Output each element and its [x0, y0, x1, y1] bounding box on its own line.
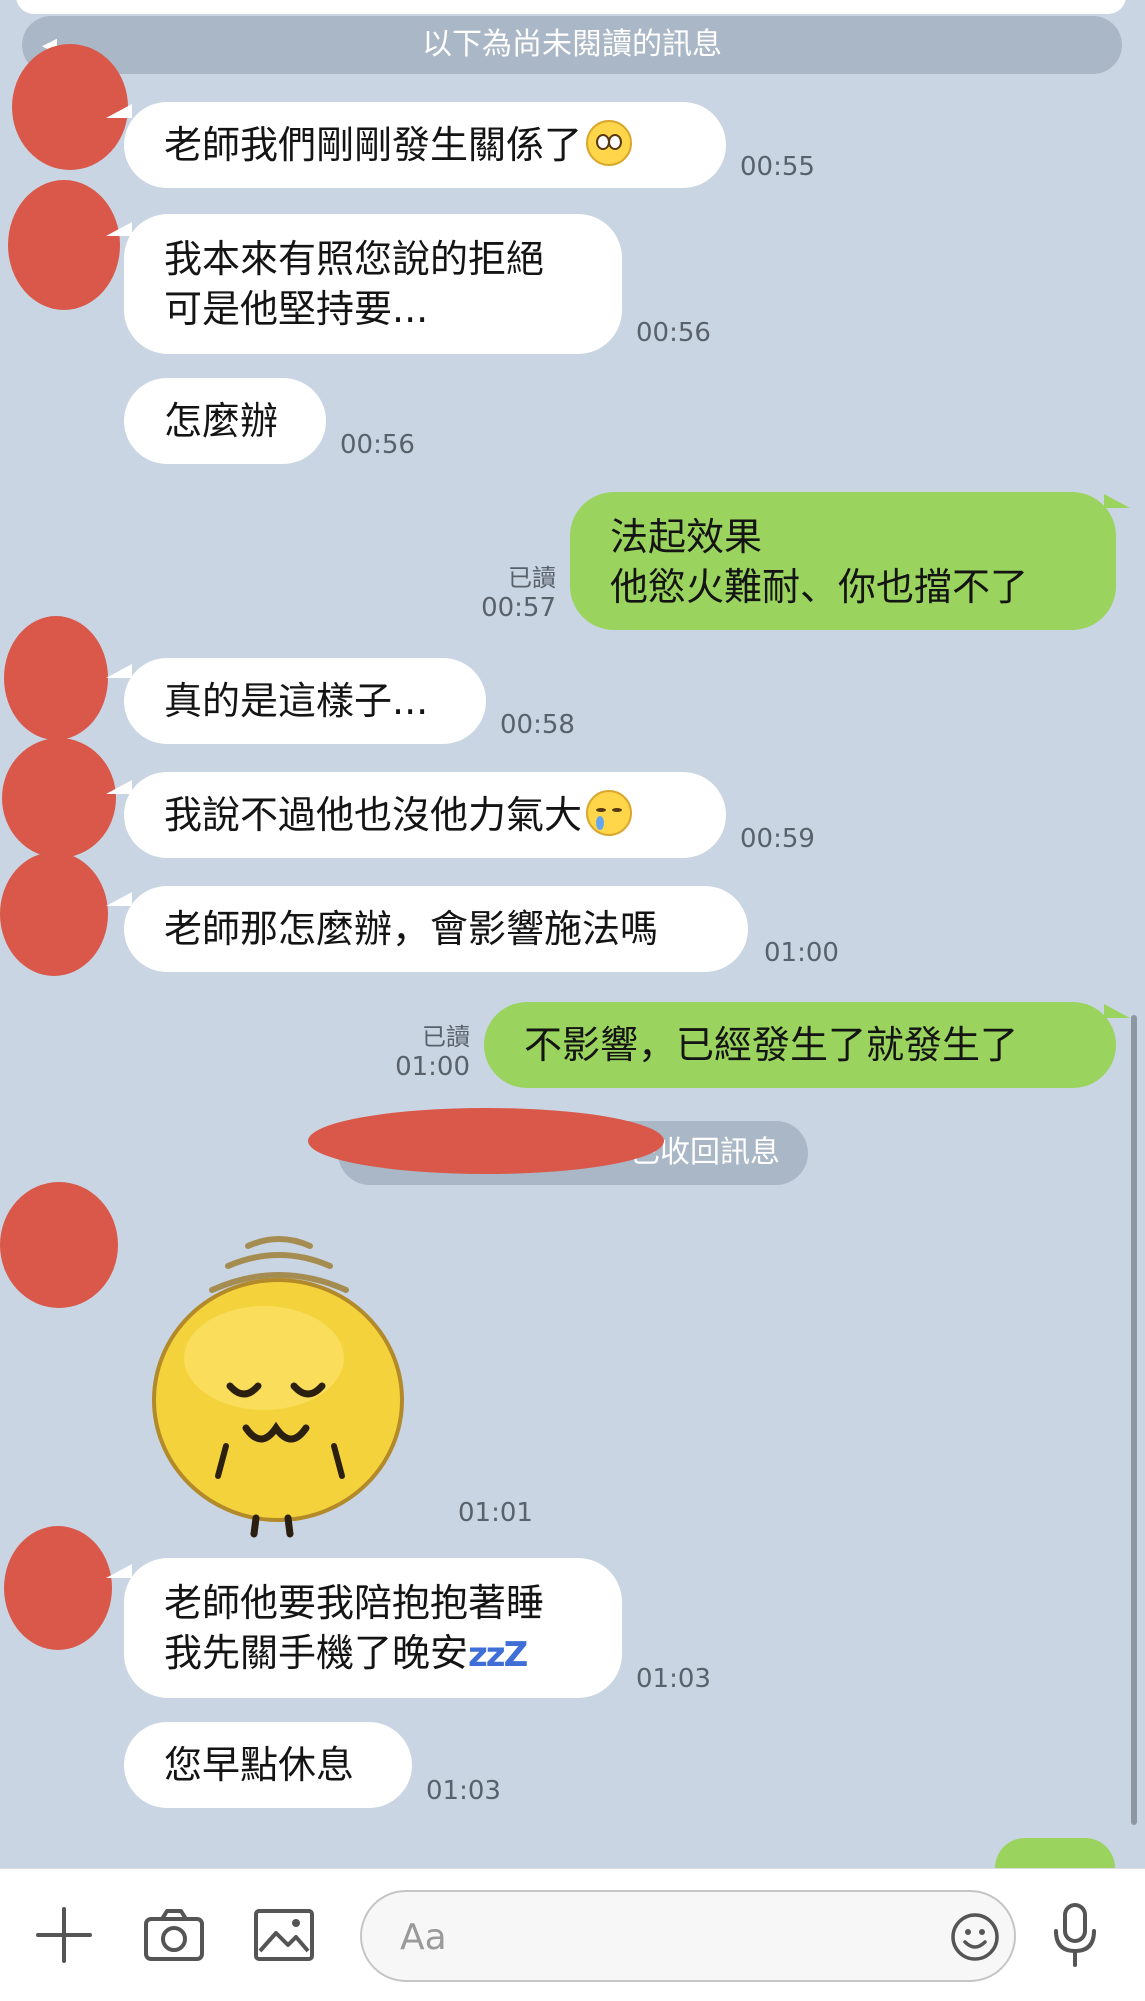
avatar[interactable]: [0, 1182, 118, 1308]
message-time: 00:59: [740, 824, 815, 854]
zzz-emoji-icon: zzZ: [468, 1635, 528, 1675]
emoji-icon[interactable]: [950, 1912, 1000, 1962]
crying-emoji-icon: [586, 790, 633, 836]
message-text: 他慾火難耐、你也擋不了: [610, 565, 1029, 609]
message-text: 怎麼辦: [164, 399, 279, 443]
bubble-tail: [106, 1564, 132, 1578]
message-text-field[interactable]: [360, 1890, 1016, 1982]
scrollbar[interactable]: [1131, 1015, 1137, 1825]
bubble-tail: [106, 222, 132, 236]
message-bubble[interactable]: 不影響，已經發生了就發生了: [484, 1002, 1116, 1088]
message-bubble-partial[interactable]: [995, 1838, 1115, 1868]
plus-icon[interactable]: [34, 1905, 94, 1965]
message-bubble[interactable]: 老師他要我陪抱抱著睡 我先關手機了晚安zzZ: [124, 1558, 622, 1698]
message-input[interactable]: [398, 1910, 882, 1964]
unread-divider: ◂ 以下為尚未閱讀的訊息: [22, 16, 1122, 74]
camera-icon[interactable]: [142, 1905, 206, 1965]
message-text: 真的是這樣子...: [164, 679, 429, 723]
image-icon[interactable]: [252, 1905, 316, 1965]
sticker-time: 01:01: [458, 1498, 533, 1528]
message-time: 01:00: [395, 1052, 470, 1082]
message-text: 我先關手機了晚安: [164, 1631, 469, 1675]
read-label: 已讀: [508, 564, 556, 592]
message-bubble[interactable]: 我說不過他也沒他力氣大: [124, 772, 726, 858]
bubble-tail: [106, 780, 132, 794]
message-text: 可是他堅持要...: [164, 287, 429, 331]
message-time: 01:00: [764, 938, 839, 968]
chat-area[interactable]: ◂ 以下為尚未閱讀的訊息 老師我們剛剛發生關係了 00:55 我本來有照您說的拒…: [0, 0, 1145, 1868]
message-text: 老師他要我陪抱抱著睡: [164, 1581, 545, 1625]
message-text: 老師那怎麼辦，會影響施法嗎: [164, 907, 659, 951]
read-receipt: 已讀 01:00: [384, 1022, 470, 1082]
bubble-tail: [106, 664, 132, 678]
message-text: 老師我們剛剛發生關係了: [164, 123, 583, 167]
message-time: 01:03: [636, 1664, 711, 1694]
bubble-tail: [1104, 494, 1130, 508]
message-time: 00:56: [340, 430, 415, 460]
message-text: 我本來有照您說的拒絕: [164, 237, 545, 281]
message-bubble[interactable]: 您早點休息: [124, 1722, 412, 1808]
top-card: [16, 0, 1126, 14]
unread-label: 以下為尚未閱讀的訊息: [422, 27, 722, 62]
bubble-tail: [106, 104, 132, 118]
flushed-emoji-icon: [586, 120, 633, 166]
message-time: 00:57: [481, 593, 556, 623]
message-bubble[interactable]: 怎麼辦: [124, 378, 326, 464]
message-bubble[interactable]: 老師我們剛剛發生關係了: [124, 102, 726, 188]
bubble-tail: [1104, 1004, 1130, 1018]
message-time: 00:56: [636, 318, 711, 348]
sleepy-face-sticker[interactable]: [148, 1218, 410, 1538]
message-bubble[interactable]: 我本來有照您說的拒絕 可是他堅持要...: [124, 214, 622, 354]
read-label: 已讀: [422, 1023, 470, 1051]
avatar[interactable]: [4, 1526, 112, 1650]
message-bubble[interactable]: 老師那怎麼辦，會影響施法嗎: [124, 886, 748, 972]
microphone-icon[interactable]: [1050, 1901, 1100, 1969]
message-text: 您早點休息: [164, 1743, 355, 1787]
avatar[interactable]: [0, 852, 108, 976]
message-text: 不影響，已經發生了就發生了: [524, 1023, 1019, 1067]
read-receipt: 已讀 00:57: [470, 563, 556, 623]
message-text: 我說不過他也沒他力氣大: [164, 793, 583, 837]
message-bubble[interactable]: 真的是這樣子...: [124, 658, 486, 744]
message-time: 00:55: [740, 152, 815, 182]
message-time: 00:58: [500, 710, 575, 740]
message-text: 法起效果: [610, 515, 763, 559]
avatar[interactable]: [4, 616, 108, 740]
message-input-bar: [0, 1868, 1145, 2001]
redaction-mark: [308, 1108, 664, 1174]
avatar[interactable]: [2, 738, 116, 858]
avatar[interactable]: [8, 180, 120, 310]
message-time: 01:03: [426, 1776, 501, 1806]
message-bubble[interactable]: 法起效果 他慾火難耐、你也擋不了: [570, 492, 1116, 630]
bubble-tail: [106, 892, 132, 906]
